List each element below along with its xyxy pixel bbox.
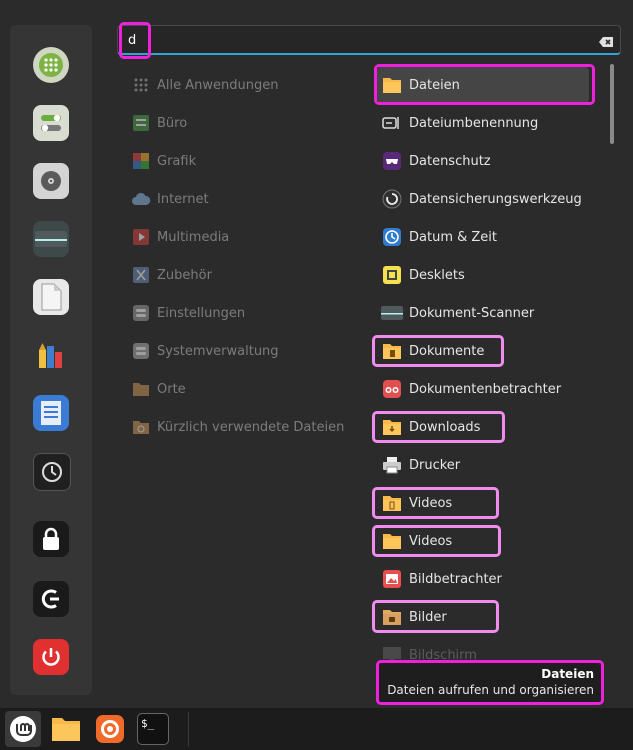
category-label: Internet bbox=[157, 191, 209, 207]
app-label: Datenschutz bbox=[409, 153, 491, 169]
category-accessories[interactable]: Zubehör bbox=[125, 257, 355, 293]
terminal-prompt: $_ bbox=[141, 717, 155, 730]
power-icon[interactable] bbox=[33, 639, 69, 675]
graphics-icon bbox=[130, 150, 152, 172]
highlight-tooltip bbox=[376, 660, 604, 705]
app-label: Dateiumbenennung bbox=[409, 115, 539, 131]
app-label: Bildbetrachter bbox=[409, 571, 502, 587]
scrollbar[interactable] bbox=[610, 64, 614, 144]
disk-icon[interactable] bbox=[33, 163, 69, 199]
image-viewer-icon bbox=[381, 568, 403, 590]
lock-icon[interactable] bbox=[33, 521, 69, 557]
favorites-panel bbox=[10, 25, 92, 695]
category-system[interactable]: Systemverwaltung bbox=[125, 333, 355, 369]
office-icon bbox=[130, 112, 152, 134]
clear-search-icon[interactable] bbox=[598, 33, 614, 52]
document-icon[interactable] bbox=[33, 279, 69, 315]
category-internet[interactable]: Internet bbox=[125, 181, 355, 217]
category-recent[interactable]: Kürzlich verwendete Dateien bbox=[125, 409, 355, 445]
apps-grid-icon[interactable] bbox=[33, 47, 69, 83]
all-apps-icon bbox=[130, 74, 152, 96]
folder-icon bbox=[130, 378, 152, 400]
category-label: Kürzlich verwendete Dateien bbox=[157, 419, 345, 435]
scanner-icon bbox=[381, 302, 403, 324]
app-dokument-scanner[interactable]: Dokument-Scanner bbox=[377, 295, 589, 331]
paint-tools-icon[interactable] bbox=[33, 337, 69, 373]
printer-icon bbox=[381, 454, 403, 476]
category-label: Einstellungen bbox=[157, 305, 246, 321]
category-label: Multimedia bbox=[157, 229, 230, 245]
category-label: Grafik bbox=[157, 153, 197, 169]
category-multimedia[interactable]: Multimedia bbox=[125, 219, 355, 255]
recent-folder-icon bbox=[130, 416, 152, 438]
clock-icon bbox=[381, 226, 403, 248]
category-label: Orte bbox=[157, 381, 186, 397]
toggle-settings-icon[interactable] bbox=[33, 105, 69, 141]
highlight-dateien bbox=[374, 64, 595, 105]
app-desklets[interactable]: Desklets bbox=[377, 257, 589, 293]
category-label: Büro bbox=[157, 115, 188, 131]
app-bildbetrachter[interactable]: Bildbetrachter bbox=[377, 561, 589, 597]
category-label: Zubehör bbox=[157, 267, 212, 283]
app-label: Datensicherungswerkzeug bbox=[409, 191, 582, 207]
terminal-icon[interactable]: $_ bbox=[137, 713, 169, 745]
privacy-mask-icon bbox=[381, 150, 403, 172]
search-box[interactable] bbox=[117, 25, 621, 55]
category-label: Systemverwaltung bbox=[157, 343, 279, 359]
glasses-icon bbox=[381, 378, 403, 400]
app-drucker[interactable]: Drucker bbox=[377, 447, 589, 483]
app-datum-zeit[interactable]: Datum & Zeit bbox=[377, 219, 589, 255]
category-places[interactable]: Orte bbox=[125, 371, 355, 407]
category-label: Alle Anwendungen bbox=[157, 77, 279, 93]
taskbar: $_ bbox=[0, 708, 633, 750]
app-dokumentenbetrachter[interactable]: Dokumentenbetrachter bbox=[377, 371, 589, 407]
scanner-icon[interactable] bbox=[33, 221, 69, 257]
logout-icon[interactable] bbox=[33, 581, 69, 617]
category-settings[interactable]: Einstellungen bbox=[125, 295, 355, 331]
app-datenschutz[interactable]: Datenschutz bbox=[377, 143, 589, 179]
highlight-downloads bbox=[372, 411, 505, 443]
mint-menu-icon[interactable] bbox=[5, 711, 41, 747]
highlight-videos-2 bbox=[372, 525, 501, 557]
cloud-icon bbox=[130, 188, 152, 210]
system-icon bbox=[130, 340, 152, 362]
category-office[interactable]: Büro bbox=[125, 105, 355, 141]
search-input[interactable] bbox=[128, 31, 568, 49]
rename-icon bbox=[381, 112, 403, 134]
app-label: Desklets bbox=[409, 267, 465, 283]
app-datensicherungswerkzeug[interactable]: Datensicherungswerkzeug bbox=[377, 181, 589, 217]
application-menu: Alle Anwendungen Büro Grafik Internet Mu… bbox=[0, 0, 633, 708]
firefox-icon[interactable] bbox=[92, 711, 128, 747]
app-label: Dokumentenbetrachter bbox=[409, 381, 562, 397]
files-icon[interactable] bbox=[48, 711, 84, 747]
highlight-bilder bbox=[372, 600, 499, 633]
play-icon bbox=[130, 226, 152, 248]
taskbar-separator bbox=[188, 712, 189, 746]
desklets-icon bbox=[381, 264, 403, 286]
backup-icon bbox=[381, 188, 403, 210]
settings-icon bbox=[130, 302, 152, 324]
app-dateiumbenennung[interactable]: Dateiumbenennung bbox=[377, 105, 589, 141]
highlight-search bbox=[119, 22, 151, 59]
text-document-icon[interactable] bbox=[33, 395, 69, 431]
app-label: Datum & Zeit bbox=[409, 229, 497, 245]
scissors-icon bbox=[130, 264, 152, 286]
category-graphics[interactable]: Grafik bbox=[125, 143, 355, 179]
app-label: Dokument-Scanner bbox=[409, 305, 535, 321]
category-all[interactable]: Alle Anwendungen bbox=[125, 67, 355, 103]
timeshift-icon[interactable] bbox=[33, 453, 71, 491]
app-label: Drucker bbox=[409, 457, 461, 473]
highlight-videos bbox=[372, 487, 499, 519]
highlight-dokumente bbox=[372, 335, 504, 367]
